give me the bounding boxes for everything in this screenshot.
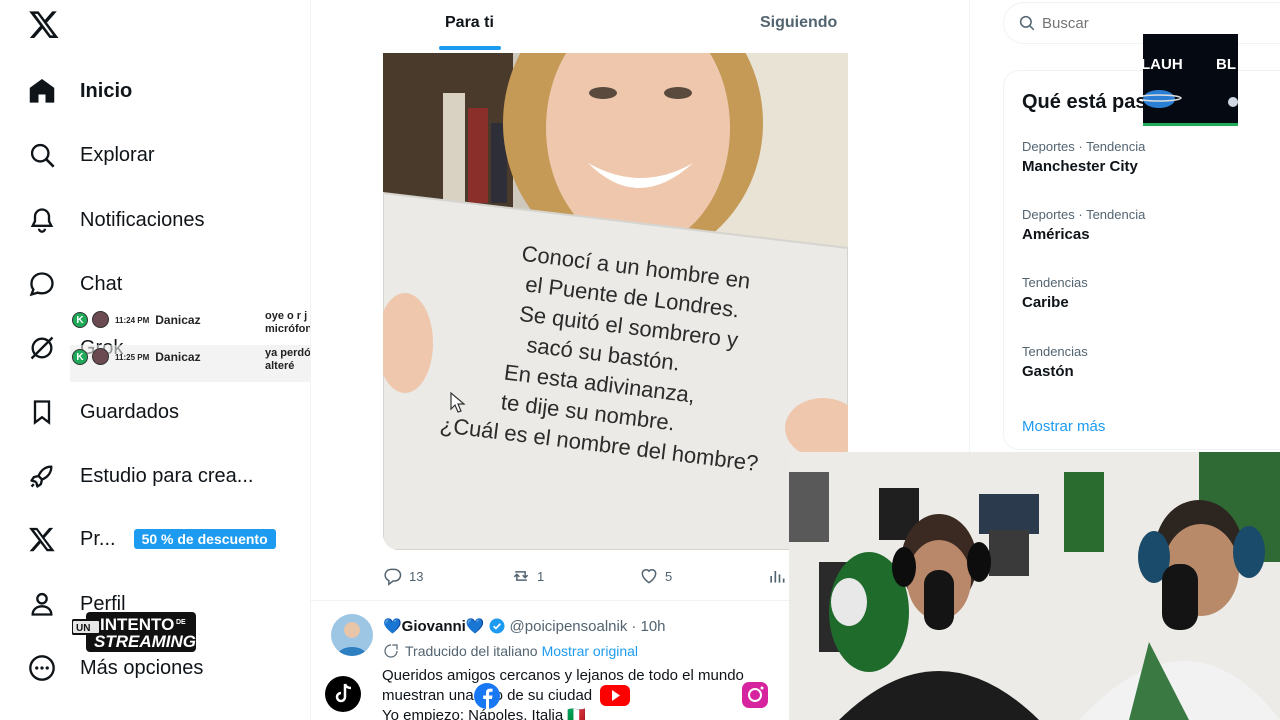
trend-item[interactable]: Tendencias Caribe <box>1022 275 1088 311</box>
streaming-logo: UN INTENTO DE STREAMING <box>72 612 196 652</box>
trend-name: Américas <box>1022 226 1090 243</box>
youtube-icon <box>600 685 630 706</box>
stream-widget-overlay: LAUH BL <box>1143 34 1238 126</box>
chat-badge: K <box>72 349 88 365</box>
home-icon <box>29 78 55 103</box>
nav-label: Notificaciones <box>80 208 205 231</box>
reply-count: 13 <box>409 568 424 584</box>
trend-item[interactable]: Deportes · Tendencia Manchester City <box>1022 139 1145 175</box>
retweet-count: 1 <box>537 568 545 584</box>
chat-username: Danicaz <box>155 313 201 327</box>
trend-meta: Deportes · Tendencia <box>1022 207 1146 222</box>
nav-label: Pr... <box>80 527 116 550</box>
trend-meta: Tendencias <box>1022 344 1088 359</box>
chat-time: 11:25 PM <box>115 353 150 362</box>
instagram-icon <box>742 682 768 708</box>
nav-more-options[interactable]: Más opciones <box>28 648 203 688</box>
trend-meta: Tendencias <box>1022 275 1088 290</box>
nav-label: Más opciones <box>80 656 204 679</box>
search-icon <box>30 143 55 168</box>
retweet-icon <box>513 571 529 581</box>
trend-meta: Deportes · Tendencia <box>1022 139 1146 154</box>
tab-following[interactable]: Siguiendo <box>760 14 837 32</box>
x-icon <box>29 527 55 552</box>
avatar <box>92 348 109 365</box>
tab-for-you[interactable]: Para ti <box>445 14 494 32</box>
grok-icon <box>30 336 54 360</box>
planet-icon <box>1143 90 1238 108</box>
nav-chat[interactable]: Chat <box>28 264 122 304</box>
verified-icon <box>489 618 505 634</box>
bookmark-icon <box>33 400 51 425</box>
translation-note: Traducido del italiano Mostrar original <box>383 643 638 659</box>
search-icon <box>1019 15 1035 31</box>
chat-icon <box>29 272 54 297</box>
chat-username: Danicaz <box>155 350 201 364</box>
reply-button[interactable]: 13 <box>383 566 423 586</box>
show-original-link[interactable]: Mostrar original <box>542 643 638 659</box>
search-input[interactable] <box>1042 14 1142 32</box>
translate-icon <box>384 644 398 658</box>
discount-badge[interactable]: 50 % de descuento <box>133 529 276 549</box>
nav-home[interactable]: Inicio <box>28 71 132 111</box>
avatar <box>92 311 109 328</box>
author-handle[interactable]: @poicipensoalnik <box>510 618 628 635</box>
x-logo-icon[interactable] <box>28 8 60 40</box>
tweet-header: 💙Giovanni💙 @poicipensoalnik · 10h <box>383 617 666 636</box>
bell-icon <box>30 208 54 233</box>
svg-text:DE: DE <box>176 619 186 626</box>
avatar[interactable] <box>331 614 373 656</box>
nav-label: Explorar <box>80 143 155 166</box>
nav-label: Chat <box>80 272 123 295</box>
person-icon <box>31 592 53 616</box>
trend-item[interactable]: Deportes · Tendencia Américas <box>1022 207 1145 243</box>
views-icon <box>770 571 785 583</box>
nav-label: Guardados <box>80 400 179 423</box>
translated-label: Traducido del italiano <box>405 643 538 659</box>
heart-icon <box>641 569 657 584</box>
timeline-tabs: Para ti Siguiendo <box>311 0 969 53</box>
chat-time: 11:24 PM <box>115 316 150 325</box>
rocket-icon <box>30 465 53 488</box>
reply-icon <box>384 568 402 586</box>
trend-item[interactable]: Tendencias Gastón <box>1022 344 1088 380</box>
nav-label: Inicio <box>80 79 133 102</box>
show-more-link[interactable]: Mostrar más <box>1022 418 1105 435</box>
trends-panel: Qué está pasando Deportes · Tendencia Ma… <box>1003 70 1280 450</box>
retweet-button[interactable]: 1 <box>511 566 544 586</box>
trend-name: Manchester City <box>1022 158 1138 175</box>
chat-badge: K <box>72 312 88 328</box>
svg-text:STREAMING: STREAMING <box>94 632 196 651</box>
tweet-media-image[interactable]: Conocí a un hombre en el Puente de Londr… <box>383 53 848 550</box>
webcam-overlay <box>789 452 1280 720</box>
nav-notifications[interactable]: Notificaciones <box>28 200 205 240</box>
tiktok-icon <box>325 676 361 712</box>
search-bar[interactable] <box>1003 2 1280 44</box>
more-icon <box>29 655 55 681</box>
nav-label: Estudio para crea... <box>80 464 254 487</box>
nav-premium[interactable]: Pr... 50 % de descuento <box>28 519 276 559</box>
nav-bookmarks[interactable]: Guardados <box>28 392 179 432</box>
like-count: 5 <box>665 568 673 584</box>
tab-indicator <box>439 46 501 50</box>
author-name[interactable]: 💙Giovanni💙 <box>383 617 485 635</box>
social-icons-overlay <box>325 676 768 712</box>
trend-name: Gastón <box>1022 363 1074 380</box>
tweet-time: · 10h <box>631 617 666 635</box>
facebook-icon <box>474 683 500 709</box>
like-button[interactable]: 5 <box>639 566 672 586</box>
nav-explore[interactable]: Explorar <box>28 135 154 175</box>
nav-creator-studio[interactable]: Estudio para crea... <box>28 456 253 496</box>
trend-name: Caribe <box>1022 294 1069 311</box>
svg-text:UN: UN <box>76 623 90 634</box>
